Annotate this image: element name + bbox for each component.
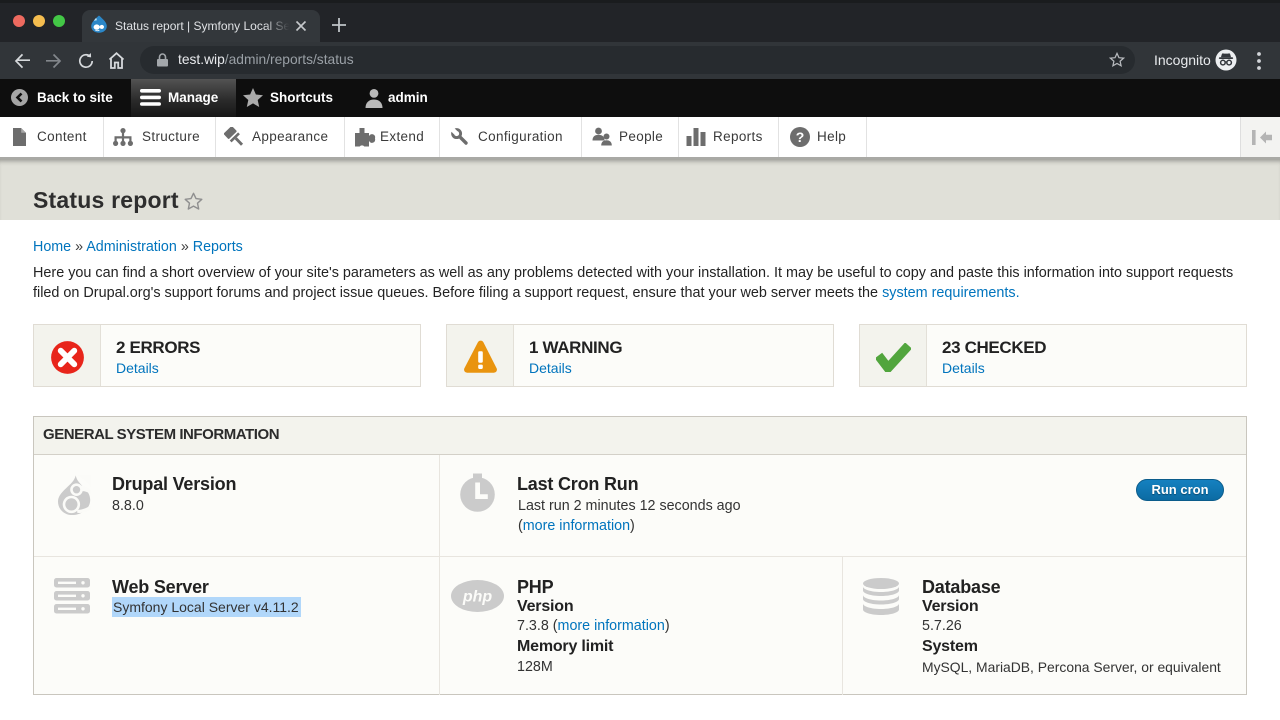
svg-text:php: php xyxy=(462,589,493,606)
svg-text:?: ? xyxy=(796,129,805,145)
